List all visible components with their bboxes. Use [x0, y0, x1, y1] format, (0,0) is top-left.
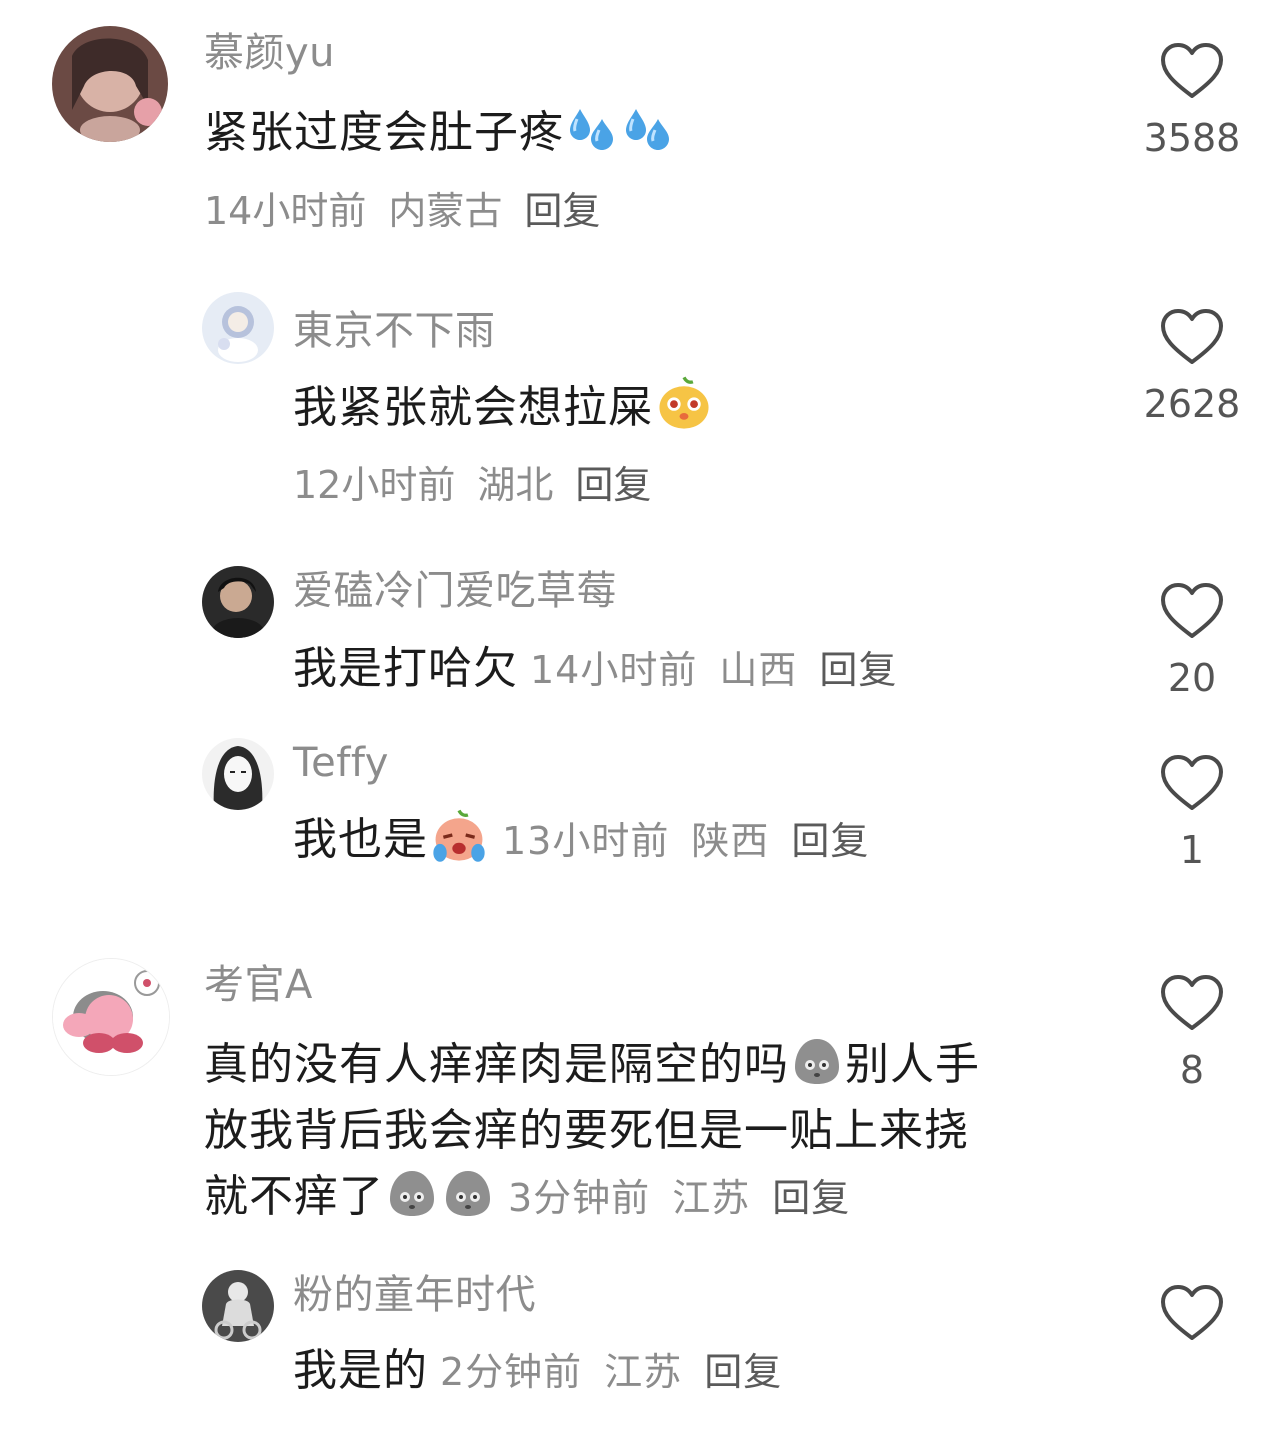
comment-text: 我是的 2分钟前 江苏 回复 — [293, 1338, 782, 1405]
comment-text-line: 真的没有人痒痒肉是隔空的吗 别人手 — [204, 1032, 1104, 1098]
comment-text: 我紧张就会想拉屎 — [293, 374, 715, 441]
timestamp: 14小时前 — [204, 189, 367, 233]
gray-face-emoji-icon — [442, 1167, 494, 1219]
comment-text-body: 紧张过度会肚子疼 — [204, 107, 564, 158]
avatar[interactable] — [202, 1270, 274, 1342]
like-count: 3588 — [1143, 116, 1241, 160]
comment-text-body: 我是的 — [293, 1345, 428, 1396]
sweat-emoji-icon — [566, 103, 618, 155]
avatar[interactable] — [202, 566, 274, 638]
like-button[interactable]: 20 — [1142, 582, 1242, 700]
location: 内蒙古 — [388, 189, 503, 233]
comment-text-body: 就不痒了 — [204, 1171, 384, 1222]
heart-outline-icon[interactable] — [1159, 1284, 1225, 1342]
like-count: 8 — [1179, 1048, 1205, 1092]
like-button[interactable]: 8 — [1142, 974, 1242, 1092]
like-count: 2628 — [1143, 382, 1241, 426]
like-button[interactable]: 1 — [1142, 754, 1242, 872]
avatar[interactable] — [52, 958, 170, 1076]
like-button[interactable]: 2628 — [1142, 308, 1242, 426]
comment-text-body: 我紧张就会想拉屎 — [293, 382, 653, 433]
timestamp: 2分钟前 — [440, 1350, 583, 1394]
reply-button[interactable]: 回复 — [704, 1350, 782, 1394]
reply-button[interactable]: 回复 — [524, 189, 600, 233]
sweat-emoji-icon — [622, 103, 674, 155]
comment-text-body: 真的没有人痒痒肉是隔空的吗 — [204, 1039, 789, 1090]
timestamp: 12小时前 — [293, 463, 456, 507]
reply-button[interactable]: 回复 — [772, 1176, 850, 1220]
comment-meta: 12小时前 湖北 回复 — [293, 460, 651, 510]
comment-text: 我是打哈欠 14小时前 山西 回复 — [293, 636, 897, 703]
reply-button[interactable]: 回复 — [575, 463, 651, 507]
like-count: 20 — [1167, 656, 1217, 700]
crying-face-emoji-icon — [430, 806, 488, 864]
heart-outline-icon[interactable] — [1159, 754, 1225, 812]
username[interactable]: Teffy — [293, 738, 389, 788]
timestamp: 14小时前 — [530, 648, 698, 692]
like-count: 1 — [1179, 828, 1205, 872]
username[interactable]: 東京不下雨 — [293, 306, 496, 356]
location: 江苏 — [672, 1176, 751, 1220]
location: 湖北 — [477, 463, 554, 507]
username[interactable]: 粉的童年时代 — [293, 1270, 536, 1320]
location: 陕西 — [691, 819, 770, 863]
comment-text-line: 就不痒了 3分钟前 江苏 回复 — [204, 1164, 1104, 1231]
comment-text: 真的没有人痒痒肉是隔空的吗 别人手 放我背后我会痒的要死但是一贴上来挠 就不痒了 3… — [204, 1032, 1104, 1231]
comment-text-line: 放我背后我会痒的要死但是一贴上来挠 — [204, 1105, 969, 1156]
location: 山西 — [719, 648, 798, 692]
comment-text: 紧张过度会肚子疼 — [204, 100, 676, 166]
gray-face-emoji-icon — [791, 1035, 843, 1087]
like-button[interactable]: 3588 — [1142, 42, 1242, 160]
heart-outline-icon[interactable] — [1159, 308, 1225, 366]
avatar[interactable] — [202, 738, 274, 810]
dog-emoji-icon — [655, 374, 713, 432]
comment-text: 我也是 13小时前 陕西 回复 — [293, 806, 869, 874]
location: 江苏 — [604, 1350, 683, 1394]
comment-text-body: 我是打哈欠 — [293, 643, 518, 694]
reply-button[interactable]: 回复 — [819, 648, 897, 692]
avatar[interactable] — [52, 26, 168, 142]
comment-text-body: 别人手 — [845, 1039, 980, 1090]
timestamp: 13小时前 — [502, 819, 670, 863]
username[interactable]: 慕颜yu — [204, 28, 335, 78]
gray-face-emoji-icon — [386, 1167, 438, 1219]
username[interactable]: 考官A — [204, 960, 313, 1010]
avatar[interactable] — [202, 292, 274, 364]
username[interactable]: 爱磕冷门爱吃草莓 — [293, 566, 617, 616]
heart-outline-icon[interactable] — [1159, 974, 1225, 1032]
timestamp: 3分钟前 — [508, 1176, 651, 1220]
like-button[interactable] — [1142, 1284, 1242, 1358]
heart-outline-icon[interactable] — [1159, 582, 1225, 640]
comment-meta: 14小时前 内蒙古 回复 — [204, 186, 600, 236]
reply-button[interactable]: 回复 — [791, 819, 869, 863]
heart-outline-icon[interactable] — [1159, 42, 1225, 100]
comment-text-body: 我也是 — [293, 814, 428, 865]
